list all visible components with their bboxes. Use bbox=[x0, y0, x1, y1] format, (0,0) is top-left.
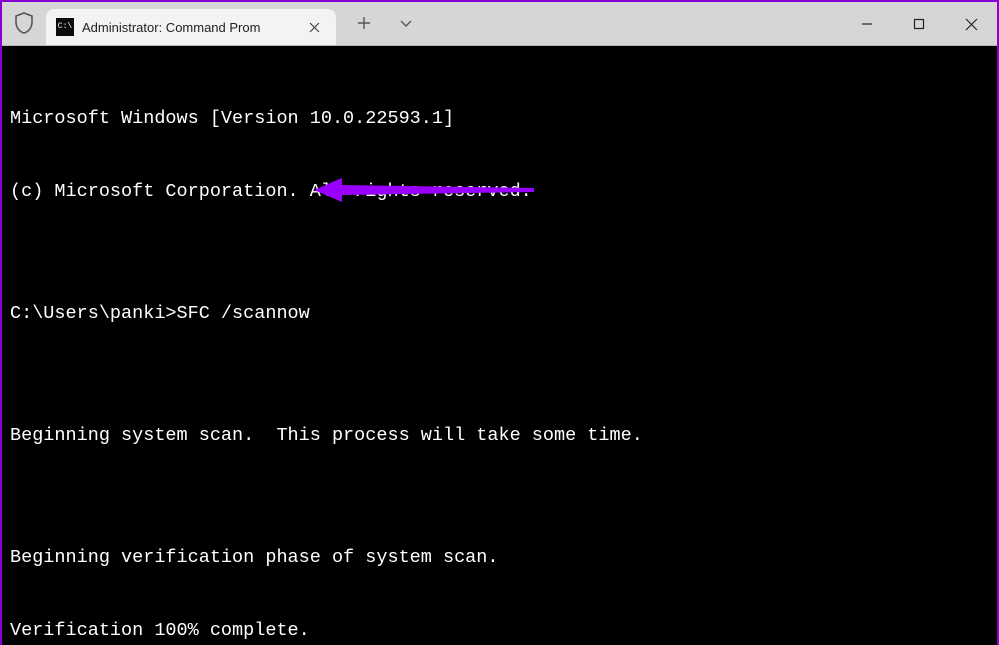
window-controls bbox=[841, 2, 997, 46]
maximize-button[interactable] bbox=[893, 2, 945, 46]
window: C:\ Administrator: Command Prom bbox=[0, 0, 999, 645]
terminal-line: C:\Users\panki>SFC /scannow bbox=[10, 302, 989, 326]
tab-title: Administrator: Command Prom bbox=[82, 20, 260, 35]
terminal-line: Microsoft Windows [Version 10.0.22593.1] bbox=[10, 107, 989, 131]
app-shield-icon bbox=[2, 1, 46, 45]
terminal-output[interactable]: Microsoft Windows [Version 10.0.22593.1]… bbox=[2, 46, 997, 645]
terminal-line: Beginning system scan. This process will… bbox=[10, 424, 989, 448]
tab-strip-controls bbox=[336, 1, 418, 45]
terminal-line: Beginning verification phase of system s… bbox=[10, 546, 989, 570]
cmd-icon-glyph: C:\ bbox=[58, 23, 72, 31]
new-tab-button[interactable] bbox=[352, 11, 376, 35]
close-tab-button[interactable] bbox=[302, 15, 326, 39]
terminal-line: Verification 100% complete. bbox=[10, 619, 989, 643]
active-tab[interactable]: C:\ Administrator: Command Prom bbox=[46, 9, 336, 45]
cmd-icon: C:\ bbox=[56, 18, 74, 36]
close-window-button[interactable] bbox=[945, 2, 997, 46]
tab-overflow-button[interactable] bbox=[394, 11, 418, 35]
titlebar: C:\ Administrator: Command Prom bbox=[2, 2, 997, 46]
terminal-line: (c) Microsoft Corporation. All rights re… bbox=[10, 180, 989, 204]
minimize-button[interactable] bbox=[841, 2, 893, 46]
